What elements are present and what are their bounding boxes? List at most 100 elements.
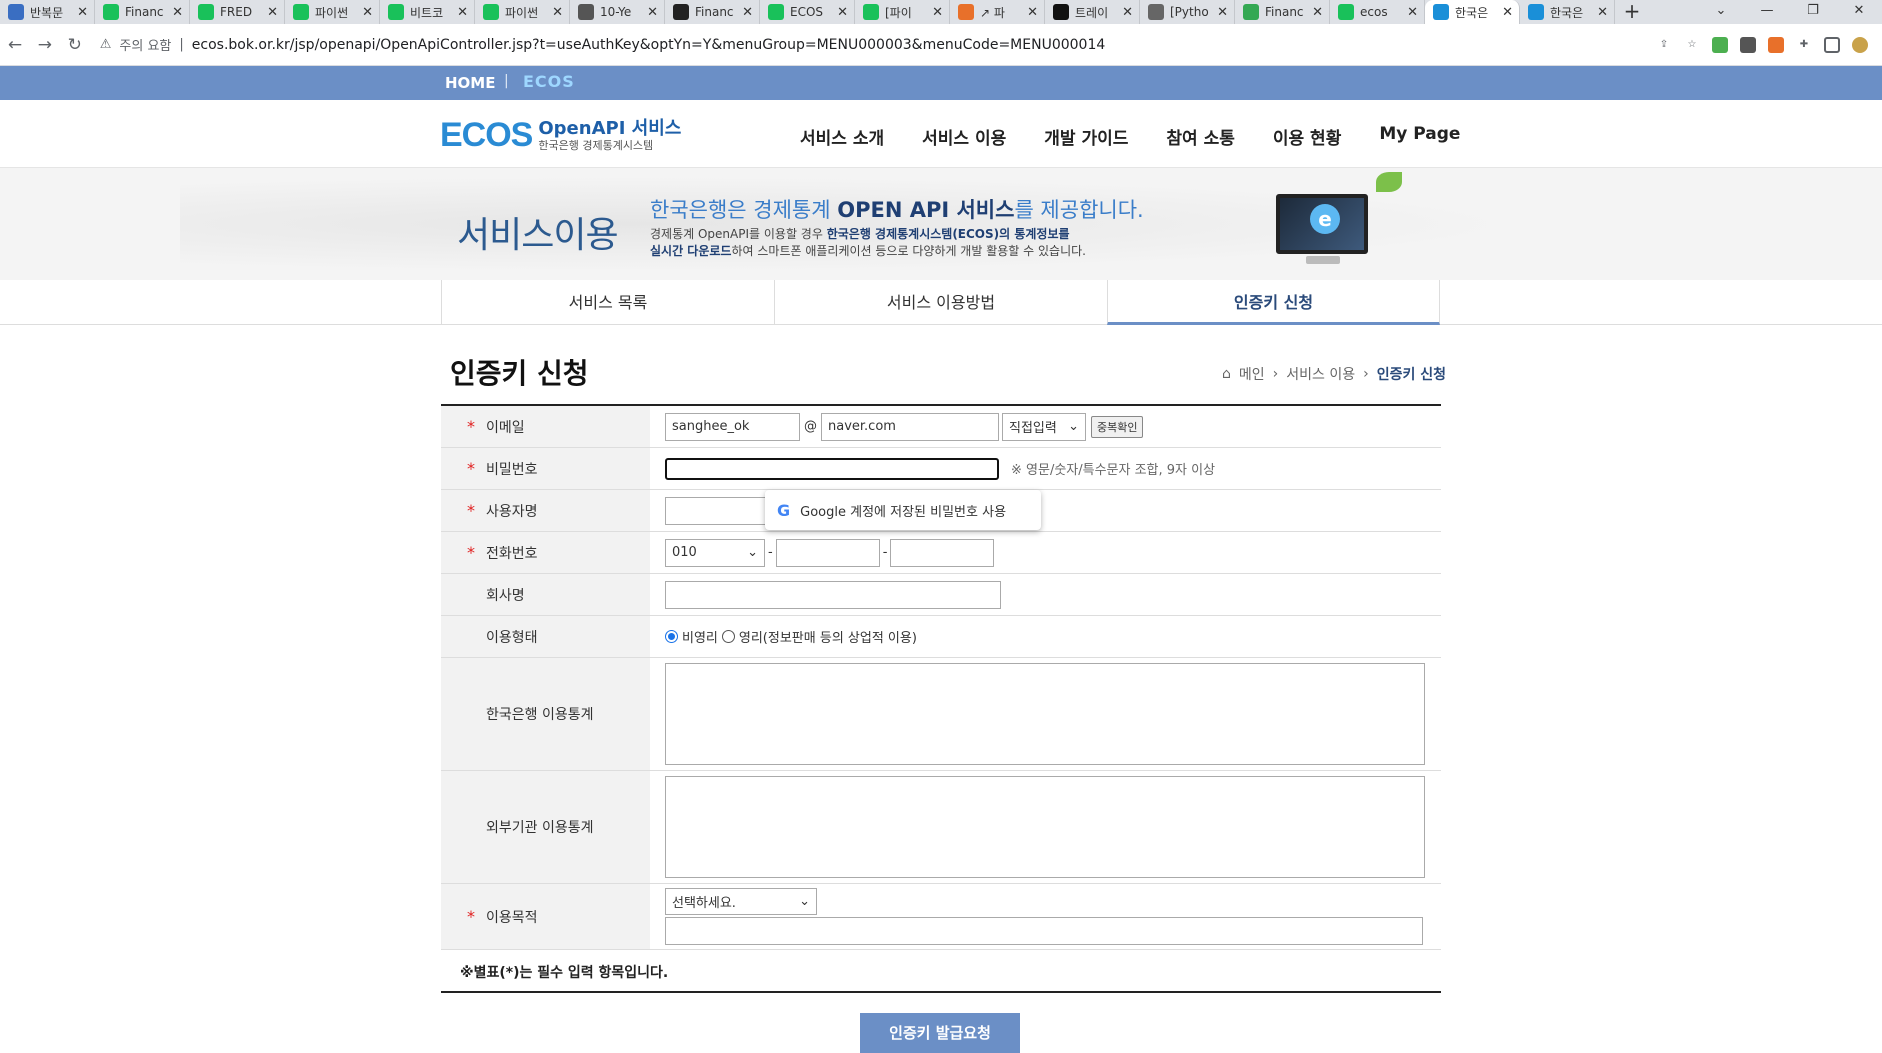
extension-orange-icon[interactable] xyxy=(1768,36,1784,53)
browser-tab[interactable]: FRED ✕ xyxy=(190,0,285,24)
browser-tab[interactable]: 파이썬 ✕ xyxy=(475,0,570,24)
browser-tab[interactable]: Financ ✕ xyxy=(1235,0,1330,24)
chevron-right-icon: › xyxy=(1272,366,1279,382)
restore-icon[interactable]: ❐ xyxy=(1790,0,1836,24)
radio-profit[interactable] xyxy=(721,630,735,643)
blog-icon xyxy=(388,4,404,20)
nonprofit-label[interactable]: 비영리 xyxy=(682,627,718,646)
url-text[interactable]: ecos.bok.or.kr/jsp/openapi/OpenApiContro… xyxy=(192,37,1105,53)
browser-tab[interactable]: 반복문 ✕ xyxy=(0,0,95,24)
close-tab-icon[interactable]: ✕ xyxy=(172,5,183,20)
purpose-input[interactable] xyxy=(665,917,1423,945)
close-tab-icon[interactable]: ✕ xyxy=(267,5,278,20)
ext-stats-textarea[interactable] xyxy=(665,776,1425,878)
close-tab-icon[interactable]: ✕ xyxy=(362,5,373,20)
menu-dev-guide[interactable]: 개발 가이드 xyxy=(1044,124,1128,149)
phone-dash: - xyxy=(882,545,888,560)
close-tab-icon[interactable]: ✕ xyxy=(1597,5,1608,20)
menu-community[interactable]: 참여 소통 xyxy=(1166,124,1234,149)
close-tab-icon[interactable]: ✕ xyxy=(932,5,943,20)
menu-service-intro[interactable]: 서비스 소개 xyxy=(800,124,884,149)
tab-service-howto[interactable]: 서비스 이용방법 xyxy=(774,280,1107,325)
close-tab-icon[interactable]: ✕ xyxy=(457,5,468,20)
close-tab-icon[interactable]: ✕ xyxy=(837,5,848,20)
breadcrumb-current[interactable]: 인증키 신청 xyxy=(1377,364,1446,384)
close-tab-icon[interactable]: ✕ xyxy=(1502,5,1513,20)
email-id-input[interactable]: sanghee_ok xyxy=(665,412,800,441)
tab-service-list[interactable]: 서비스 목록 xyxy=(441,280,774,325)
close-tab-icon[interactable]: ✕ xyxy=(1027,5,1038,20)
browser-tab[interactable]: [파이 ✕ xyxy=(855,0,950,24)
breadcrumb-home[interactable]: 메인 xyxy=(1239,364,1265,384)
extension-green-icon[interactable] xyxy=(1712,36,1728,53)
phone-dash: - xyxy=(768,545,773,560)
close-tab-icon[interactable]: ✕ xyxy=(1217,5,1228,20)
home-link[interactable]: HOME xyxy=(445,74,495,92)
browser-tab[interactable]: 파이썬 ✕ xyxy=(285,0,380,24)
extension-dark-icon[interactable] xyxy=(1740,36,1756,53)
reload-icon[interactable]: ↻ xyxy=(60,35,90,55)
ecos-link[interactable]: ECOS xyxy=(523,72,575,91)
breadcrumb-mid[interactable]: 서비스 이용 xyxy=(1286,364,1355,384)
close-tab-icon[interactable]: ✕ xyxy=(1407,5,1418,20)
google-password-popup[interactable]: G Google 계정에 저장된 비밀번호 사용 xyxy=(765,490,1041,530)
browser-tab[interactable]: 한국은 ✕ xyxy=(1425,0,1520,24)
avatar[interactable] xyxy=(1852,36,1868,53)
chevron-down-icon[interactable]: ⌄ xyxy=(1698,0,1744,24)
menu-my-page[interactable]: My Page xyxy=(1379,124,1460,149)
close-window-icon[interactable]: ✕ xyxy=(1836,0,1882,24)
password-input[interactable] xyxy=(665,457,999,480)
email-domain-input[interactable]: naver.com xyxy=(821,412,999,441)
phone-last-input[interactable] xyxy=(890,538,995,567)
browser-tab[interactable]: Financ ✕ xyxy=(95,0,190,24)
bok-stats-textarea[interactable] xyxy=(665,663,1425,765)
duplicate-check-button[interactable]: 중복확인 xyxy=(1091,415,1144,438)
chevron-down-icon: ⌄ xyxy=(747,545,758,560)
puzzle-icon[interactable]: ✚ xyxy=(1796,37,1812,53)
close-tab-icon[interactable]: ✕ xyxy=(647,5,658,20)
close-tab-icon[interactable]: ✕ xyxy=(77,5,88,20)
browser-tab[interactable]: ECOS ✕ xyxy=(760,0,855,24)
back-icon[interactable]: ← xyxy=(0,35,30,55)
home-icon[interactable]: ⌂ xyxy=(1222,366,1231,382)
username-label: 사용자명 xyxy=(486,503,538,520)
close-tab-icon[interactable]: ✕ xyxy=(552,5,563,20)
browser-tab-label: 반복문 xyxy=(30,5,64,20)
url-field[interactable]: ⚠ 주의 요함 | ecos.bok.or.kr/jsp/openapi/Ope… xyxy=(100,29,1656,61)
menu-service-use[interactable]: 서비스 이용 xyxy=(922,124,1006,149)
browser-tab[interactable]: 한국은 ✕ xyxy=(1520,0,1615,24)
phone-prefix-select[interactable]: 010 ⌄ xyxy=(665,538,765,567)
share-icon[interactable]: ⇪ xyxy=(1656,37,1672,53)
google-popup-text[interactable]: Google 계정에 저장된 비밀번호 사용 xyxy=(800,501,1006,520)
ecos-logo[interactable]: ECOS OpenAPI 서비스 한국은행 경제통계시스템 xyxy=(440,116,681,155)
new-tab-icon[interactable]: + xyxy=(1615,0,1649,24)
browser-tab[interactable]: Financ ✕ xyxy=(665,0,760,24)
submit-button[interactable]: 인증키 발급요청 xyxy=(860,1013,1020,1053)
profit-label[interactable]: 영리(정보판매 등의 상업적 이용) xyxy=(739,627,917,646)
browser-tab[interactable]: 10-Ye ✕ xyxy=(570,0,665,24)
tab-auth-key[interactable]: 인증키 신청 xyxy=(1107,280,1440,325)
menu-usage-status[interactable]: 이용 현황 xyxy=(1273,124,1341,149)
star-icon[interactable]: ☆ xyxy=(1684,37,1700,53)
browser-tab[interactable]: ↗ 파 ✕ xyxy=(950,0,1045,24)
browser-tab[interactable]: 트레이 ✕ xyxy=(1045,0,1140,24)
purpose-select[interactable]: 선택하세요. ⌄ xyxy=(665,888,817,915)
sidebar-icon[interactable] xyxy=(1824,36,1840,53)
company-input[interactable] xyxy=(665,580,1001,609)
close-tab-icon[interactable]: ✕ xyxy=(742,5,753,20)
close-tab-icon[interactable]: ✕ xyxy=(1312,5,1323,20)
browser-tab[interactable]: [Pytho ✕ xyxy=(1140,0,1235,24)
warning-icon[interactable]: ⚠ xyxy=(100,37,112,52)
email-domain-select[interactable]: 직접입력 ⌄ xyxy=(1002,412,1086,441)
browser-tab[interactable]: 비트코 ✕ xyxy=(380,0,475,24)
minimize-icon[interactable]: — xyxy=(1744,0,1790,24)
security-warning[interactable]: 주의 요함 xyxy=(119,35,171,54)
banner-headline: 한국은행은 경제통계 OPEN API 서비스를 제공합니다. xyxy=(650,198,1144,222)
close-tab-icon[interactable]: ✕ xyxy=(1122,5,1133,20)
phone-middle-input[interactable] xyxy=(775,538,880,567)
browser-tab[interactable]: ecos ✕ xyxy=(1330,0,1425,24)
forward-icon[interactable]: → xyxy=(30,35,60,55)
password-hint: ※ 영문/숫자/특수문자 조합, 9자 이상 xyxy=(1011,463,1216,478)
radio-nonprofit[interactable] xyxy=(665,630,678,643)
browser-tab-label: 파이썬 xyxy=(315,5,349,20)
